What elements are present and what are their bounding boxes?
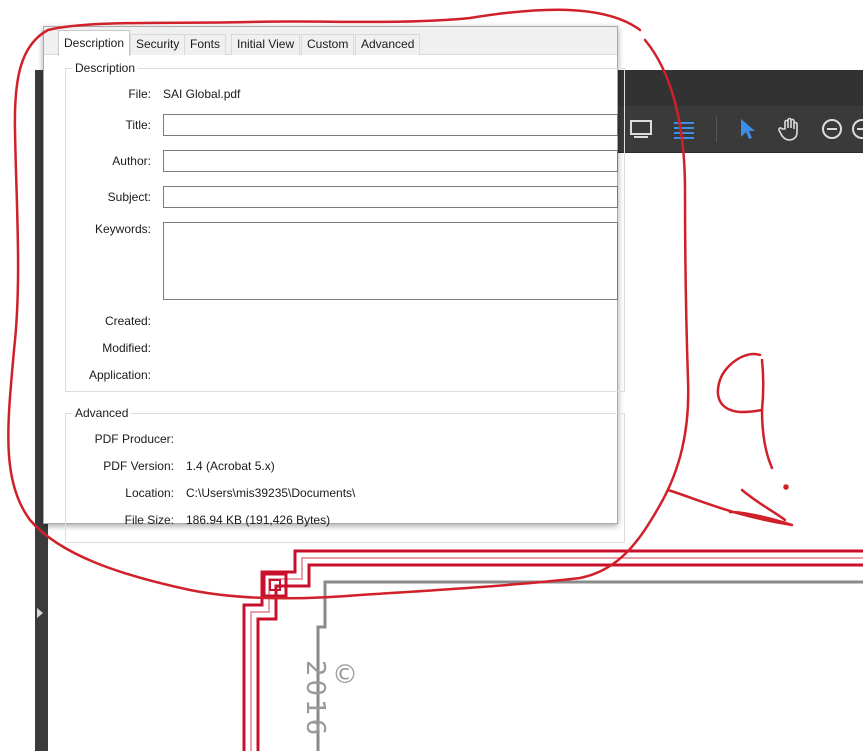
title-label: Title: xyxy=(125,118,151,132)
tab-security[interactable]: Security xyxy=(130,34,186,55)
modified-label: Modified: xyxy=(102,341,151,355)
tab-fonts[interactable]: Fonts xyxy=(184,34,227,55)
pdf-producer-label: PDF Producer: xyxy=(94,432,174,446)
advanced-legend: Advanced xyxy=(72,406,132,420)
file-size-label: File Size: xyxy=(124,513,174,527)
tab-advanced[interactable]: Advanced xyxy=(355,34,421,55)
tab-custom[interactable]: Custom xyxy=(301,34,355,55)
tab-description[interactable]: Description xyxy=(58,30,131,56)
copyright-text: © 2016 xyxy=(300,660,360,739)
document-properties-dialog: Description Security Fonts Initial View … xyxy=(43,26,625,543)
author-input[interactable] xyxy=(163,150,618,172)
location-value: C:\Users\mis39235\Documents\ xyxy=(186,486,356,500)
pdf-version-label: PDF Version: xyxy=(103,459,174,473)
location-label: Location: xyxy=(125,486,174,500)
created-label: Created: xyxy=(104,314,151,328)
title-input[interactable] xyxy=(163,114,618,136)
description-legend: Description xyxy=(72,61,139,75)
keywords-label: Keywords: xyxy=(94,222,151,236)
file-size-value: 186.94 KB (191,426 Bytes) xyxy=(186,513,331,527)
keywords-input[interactable] xyxy=(163,222,618,300)
tab-strip: Description Security Fonts Initial View … xyxy=(44,27,617,56)
pdf-version-value: 1.4 (Acrobat 5.x) xyxy=(186,459,275,473)
application-label: Application: xyxy=(88,368,151,382)
file-value: SAI Global.pdf xyxy=(163,87,241,101)
subject-input[interactable] xyxy=(163,186,618,208)
subject-label: Subject: xyxy=(107,190,151,204)
file-label: File: xyxy=(128,87,151,101)
author-label: Author: xyxy=(112,154,151,168)
tab-initial-view[interactable]: Initial View xyxy=(231,34,301,55)
